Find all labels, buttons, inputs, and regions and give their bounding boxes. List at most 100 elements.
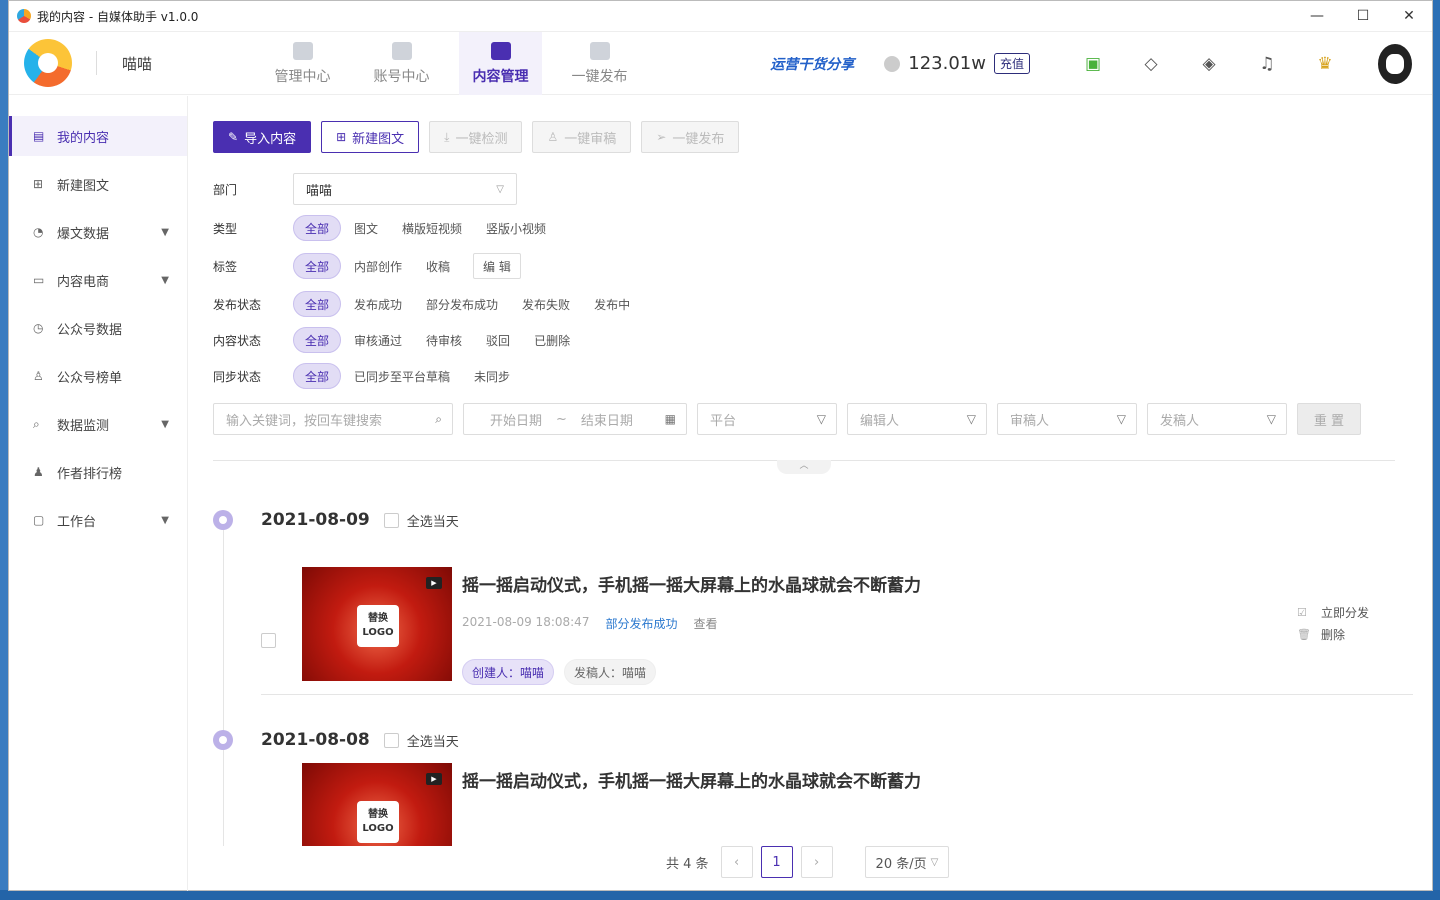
button-label: 导入内容 xyxy=(244,131,297,147)
recharge-button[interactable]: 充值 xyxy=(993,53,1030,74)
monitor-icon xyxy=(292,41,313,60)
sidebar-item-label: 内容电商 xyxy=(57,274,110,290)
sidebar-item-data-monitoring[interactable]: ⌕ 数据监测 ▼ xyxy=(9,404,187,444)
type-option-portrait-video[interactable]: 竖版小视频 xyxy=(475,215,557,241)
reset-button[interactable]: 重 置 xyxy=(1297,403,1361,435)
delete-action[interactable]: 🗑 删除 xyxy=(1297,623,1369,645)
content-status-rejected[interactable]: 驳回 xyxy=(475,327,521,353)
publish-status-publishing[interactable]: 发布中 xyxy=(583,291,641,317)
sidebar-item-new-article[interactable]: ⊞ 新建图文 xyxy=(9,164,187,204)
desktop-edge xyxy=(0,0,8,900)
content-status-deleted[interactable]: 已删除 xyxy=(523,327,581,353)
sidebar-item-content-ecommerce[interactable]: ▭ 内容电商 ▼ xyxy=(9,260,187,300)
compass-icon[interactable]: ◈ xyxy=(1197,52,1221,76)
publish-status-failed[interactable]: 发布失败 xyxy=(511,291,581,317)
editor-select[interactable]: 编辑人 ▽ xyxy=(847,403,987,435)
select-all-day-label[interactable]: 全选当天 xyxy=(407,511,459,530)
sync-status-all[interactable]: 全部 xyxy=(293,363,342,389)
edit-tags-button[interactable]: 编 辑 xyxy=(473,253,521,279)
item-thumbnail[interactable]: 替换 LOGO ▶ xyxy=(302,567,452,681)
one-click-check-button[interactable]: ⤓ 一键检测 xyxy=(429,121,523,153)
nav-content-management[interactable]: 内容管理 xyxy=(459,32,542,95)
avatar[interactable] xyxy=(1378,43,1412,84)
publish-status-success[interactable]: 发布成功 xyxy=(343,291,413,317)
promo-banner[interactable]: 运营干货分享 xyxy=(770,54,854,74)
type-option-all[interactable]: 全部 xyxy=(293,215,342,241)
action-label: 立即分发 xyxy=(1321,605,1370,620)
prev-page-button[interactable]: ‹ xyxy=(720,846,753,878)
page-number[interactable]: 1 xyxy=(760,846,793,878)
user-icon: ♙ xyxy=(547,130,559,144)
one-click-review-button[interactable]: ♙ 一键审稿 xyxy=(532,121,632,153)
send-icon: ➢ xyxy=(656,130,667,144)
filter-sync-status: 同步状态 全部 已同步至平台草稿 未同步 xyxy=(213,363,1413,389)
select-all-day-checkbox[interactable] xyxy=(383,512,399,528)
tag-option-submission[interactable]: 收稿 xyxy=(415,253,461,279)
nav-one-click-publish[interactable]: 一键发布 xyxy=(558,32,641,95)
sidebar-item-author-ranking[interactable]: ♟ 作者排行榜 xyxy=(9,452,187,492)
publish-status-partial[interactable]: 部分发布成功 xyxy=(415,291,509,317)
type-option-article[interactable]: 图文 xyxy=(343,215,389,241)
nav-account-center[interactable]: 账号中心 xyxy=(360,32,443,95)
one-click-publish-button[interactable]: ➢ 一键发布 xyxy=(641,121,740,153)
crown-icon[interactable]: ♛ xyxy=(1313,52,1337,76)
diamond-icon[interactable]: ◇ xyxy=(1139,52,1163,76)
sidebar-item-workbench[interactable]: ▢ 工作台 ▼ xyxy=(9,500,187,540)
department-value: 喵喵 xyxy=(306,183,333,199)
item-title[interactable]: 摇一摇启动仪式，手机摇一摇大屏幕上的水晶球就会不断蓄力 xyxy=(462,767,921,792)
maximize-button[interactable]: ☐ xyxy=(1340,1,1386,31)
content-status-approved[interactable]: 审核通过 xyxy=(343,327,413,353)
submitter-select[interactable]: 发稿人 ▽ xyxy=(1147,403,1287,435)
sidebar-item-label: 公众号榜单 xyxy=(57,370,123,386)
tag-option-internal[interactable]: 内部创作 xyxy=(343,253,413,279)
next-page-button[interactable]: › xyxy=(800,846,833,878)
content-status-pending[interactable]: 待审核 xyxy=(415,327,473,353)
thumbnail-logo-text: 替换 LOGO xyxy=(357,801,399,843)
new-article-button[interactable]: ⊞ 新建图文 xyxy=(321,121,420,153)
sidebar-item-viral-data[interactable]: ◔ 爆文数据 ▼ xyxy=(9,212,187,252)
user-list-icon: ♟ xyxy=(33,465,44,479)
trash-icon: 🗑 xyxy=(1297,627,1311,641)
sidebar-item-label: 新建图文 xyxy=(57,178,110,194)
shop-icon: ▭ xyxy=(33,273,45,287)
type-option-landscape-video[interactable]: 横版短视频 xyxy=(391,215,473,241)
item-checkbox[interactable] xyxy=(261,633,276,648)
sync-status-unsynced[interactable]: 未同步 xyxy=(463,363,521,389)
collapse-filters-toggle[interactable]: ︿ xyxy=(777,460,831,474)
close-button[interactable]: ✕ xyxy=(1386,1,1432,31)
select-all-day-checkbox[interactable] xyxy=(383,732,399,748)
sidebar-item-my-content[interactable]: ▤ 我的内容 xyxy=(9,116,187,156)
import-content-button[interactable]: ✎ 导入内容 xyxy=(213,121,312,153)
keyword-search-input[interactable]: 输入关键词，按回车键搜索 ⌕ xyxy=(213,403,453,435)
distribute-now-action[interactable]: ☑ 立即分发 xyxy=(1297,601,1369,623)
select-all-day-label[interactable]: 全选当天 xyxy=(407,731,459,750)
page-size-select[interactable]: 20 条/页 ▽ xyxy=(864,846,950,878)
item-status: 部分发布成功 xyxy=(605,617,678,631)
view-link[interactable]: 查看 xyxy=(693,615,717,632)
search-icon[interactable]: ⌕ xyxy=(435,412,442,427)
item-actions: ☑ 立即分发 🗑 删除 xyxy=(1297,601,1369,645)
minimize-button[interactable]: — xyxy=(1294,1,1340,31)
reviewer-select[interactable]: 审稿人 ▽ xyxy=(997,403,1137,435)
item-title[interactable]: 摇一摇启动仪式，手机摇一摇大屏幕上的水晶球就会不断蓄力 xyxy=(462,571,921,596)
item-tags: 创建人：喵喵 发稿人：喵喵 xyxy=(462,659,666,685)
chevron-down-icon: ▼ xyxy=(161,226,169,238)
download-icon: ⤓ xyxy=(444,129,450,144)
bell-icon[interactable]: ♫ xyxy=(1255,52,1279,76)
tag-option-all[interactable]: 全部 xyxy=(293,253,342,279)
sidebar-item-official-account-data[interactable]: ◷ 公众号数据 xyxy=(9,308,187,348)
sync-status-synced[interactable]: 已同步至平台草稿 xyxy=(343,363,461,389)
item-meta: 2021-08-09 18:08:47 部分发布成功 查看 xyxy=(462,615,717,632)
clock-icon: ◷ xyxy=(33,321,44,335)
sidebar-item-official-account-ranking[interactable]: ♙ 公众号榜单 xyxy=(9,356,187,396)
date-range-picker[interactable]: 开始日期 ~ 结束日期 ▦ xyxy=(463,403,687,435)
clipboard-icon[interactable]: ▣ xyxy=(1081,52,1105,76)
app-logo[interactable] xyxy=(24,39,72,87)
item-thumbnail[interactable]: 替换 LOGO ▶ xyxy=(302,763,452,846)
publish-status-all[interactable]: 全部 xyxy=(293,291,342,317)
platform-select[interactable]: 平台 ▽ xyxy=(697,403,837,435)
nav-management-center[interactable]: 管理中心 xyxy=(261,32,344,95)
nav-label: 一键发布 xyxy=(571,68,628,85)
department-select[interactable]: 喵喵 ▽ xyxy=(293,173,517,205)
content-status-all[interactable]: 全部 xyxy=(293,327,342,353)
